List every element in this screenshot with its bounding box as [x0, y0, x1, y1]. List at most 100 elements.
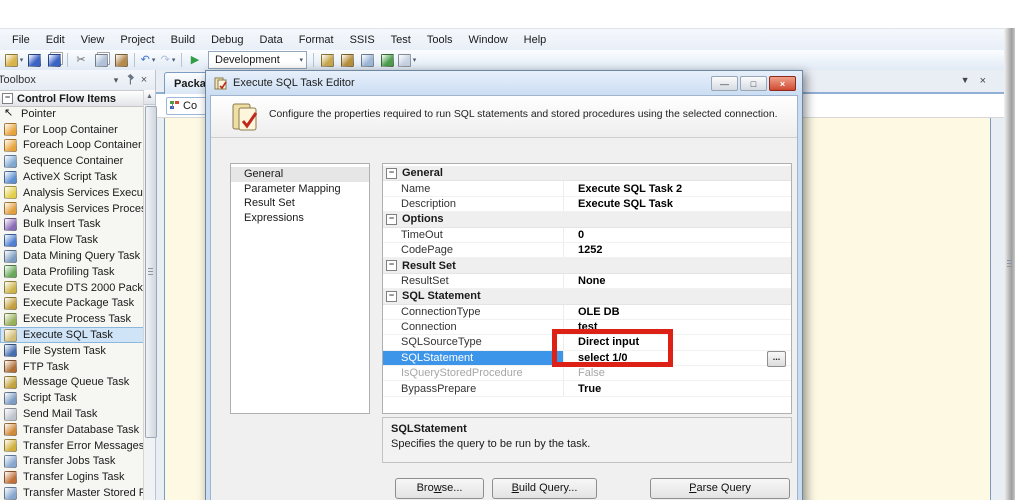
menu-debug[interactable]: Debug	[203, 31, 251, 49]
toolbox-section-header[interactable]: − Control Flow Items	[0, 91, 144, 107]
pin-icon[interactable]	[123, 74, 137, 87]
toolbox-item-transfer-logins-task[interactable]: Transfer Logins Task	[0, 469, 144, 485]
toolbox-item-message-queue-task[interactable]: Message Queue Task	[0, 375, 144, 391]
menu-test[interactable]: Test	[383, 31, 419, 49]
collapse-icon[interactable]: −	[386, 214, 397, 225]
toolbox-item-send-mail-task[interactable]: Send Mail Task	[0, 406, 144, 422]
toolbox-item-bulk-insert-task[interactable]: Bulk Insert Task	[0, 217, 144, 233]
toolbox-item-data-mining-query-task[interactable]: Data Mining Query Task	[0, 248, 144, 264]
menu-ssis[interactable]: SSIS	[342, 31, 383, 49]
scroll-up-icon[interactable]: ▲	[144, 90, 155, 105]
menu-data[interactable]: Data	[252, 31, 291, 49]
new-item-icon[interactable]: ▾	[4, 52, 24, 69]
property-value[interactable]: Execute SQL Task	[563, 197, 791, 211]
collapse-icon[interactable]: −	[386, 260, 397, 271]
nav-item-result-set[interactable]: Result Set	[231, 196, 369, 211]
window-edge-splitter[interactable]	[1004, 28, 1015, 500]
menu-format[interactable]: Format	[291, 31, 342, 49]
toolbox-item-script-task[interactable]: Script Task	[0, 390, 144, 406]
toolbox-item-analysis-services-processin[interactable]: Analysis Services Processin...	[0, 201, 144, 217]
package-configurations-icon[interactable]	[317, 52, 337, 69]
toolbox-item-execute-dts-2000-package[interactable]: Execute DTS 2000 Package ...	[0, 280, 144, 296]
menu-file[interactable]: File	[4, 31, 38, 49]
property-value[interactable]: 1252	[563, 243, 791, 257]
grid-category-general[interactable]: −General	[383, 166, 791, 181]
collapse-icon[interactable]: −	[386, 168, 397, 179]
variables-icon[interactable]	[337, 52, 357, 69]
toolbox-item-execute-sql-task[interactable]: Execute SQL Task	[0, 327, 144, 343]
active-files-dropdown-icon[interactable]: ▼	[961, 75, 970, 87]
menu-project[interactable]: Project	[112, 31, 162, 49]
property-value[interactable]: False	[563, 366, 791, 380]
toolbox-scrollbar[interactable]: ▲	[143, 90, 155, 500]
browse-button[interactable]: Browse...	[395, 478, 484, 499]
minimize-button[interactable]: —	[711, 76, 738, 91]
log-events-icon[interactable]	[357, 52, 377, 69]
toolbox-menu-icon[interactable]: ▾	[109, 75, 123, 86]
nav-item-general[interactable]: General	[231, 167, 369, 182]
grid-row-bypassprepare[interactable]: BypassPrepareTrue	[383, 381, 791, 396]
grid-row-name[interactable]: NameExecute SQL Task 2	[383, 181, 791, 196]
close-document-icon[interactable]: ×	[980, 75, 986, 87]
paste-icon[interactable]	[111, 52, 131, 69]
grid-row-description[interactable]: DescriptionExecute SQL Task	[383, 197, 791, 212]
menu-window[interactable]: Window	[461, 31, 516, 49]
window-icon[interactable]: ▾	[397, 52, 417, 69]
build-query-button[interactable]: Build Query...	[492, 478, 597, 499]
parse-query-button[interactable]: Parse Query	[650, 478, 790, 499]
grid-row-timeout[interactable]: TimeOut0	[383, 228, 791, 243]
grid-row-isquerystoredprocedure[interactable]: IsQueryStoredProcedureFalse	[383, 366, 791, 381]
toolbox-item-transfer-database-task[interactable]: Transfer Database Task	[0, 422, 144, 438]
grid-row-codepage[interactable]: CodePage1252	[383, 243, 791, 258]
nav-item-expressions[interactable]: Expressions	[231, 211, 369, 226]
toolbox-item-analysis-services-execute-d[interactable]: Analysis Services Execute D...	[0, 185, 144, 201]
collapse-icon[interactable]: −	[2, 93, 13, 104]
toolbox-item-execute-process-task[interactable]: Execute Process Task	[0, 311, 144, 327]
grid-category-options[interactable]: −Options	[383, 212, 791, 227]
close-button[interactable]: ×	[769, 76, 796, 91]
property-value[interactable]: 0	[563, 228, 791, 242]
toolbox-item-execute-package-task[interactable]: Execute Package Task	[0, 296, 144, 312]
property-value[interactable]: True	[563, 381, 791, 395]
scrollbar-thumb[interactable]	[145, 106, 157, 438]
toolbox-item-foreach-loop-container[interactable]: Foreach Loop Container	[0, 138, 144, 154]
dialog-titlebar[interactable]: Execute SQL Task Editor — □ ×	[206, 71, 802, 95]
property-value[interactable]: None	[563, 274, 791, 288]
menu-build[interactable]: Build	[163, 31, 203, 49]
toolbox-item-file-system-task[interactable]: File System Task	[0, 343, 144, 359]
grid-row-resultset[interactable]: ResultSetNone	[383, 274, 791, 289]
toolbox-item-transfer-master-stored-proc[interactable]: Transfer Master Stored Proc...	[0, 485, 144, 500]
undo-icon[interactable]: ↶▾	[138, 52, 158, 69]
grid-category-sql-statement[interactable]: −SQL Statement	[383, 289, 791, 304]
toolbox-item-sequence-container[interactable]: Sequence Container	[0, 153, 144, 169]
grid-category-result-set[interactable]: −Result Set	[383, 258, 791, 273]
toolbox-item-for-loop-container[interactable]: For Loop Container	[0, 122, 144, 138]
toolbox-item-pointer[interactable]: ↖Pointer	[0, 106, 144, 122]
menu-tools[interactable]: Tools	[419, 31, 461, 49]
menu-view[interactable]: View	[73, 31, 113, 49]
cut-icon[interactable]: ✂	[71, 52, 91, 69]
toolbox-item-ftp-task[interactable]: FTP Task	[0, 359, 144, 375]
property-value[interactable]: OLE DB	[563, 305, 791, 319]
copy-icon[interactable]	[91, 52, 111, 69]
close-toolbox-icon[interactable]: ×	[137, 74, 151, 86]
toolbox-item-data-profiling-task[interactable]: Data Profiling Task	[0, 264, 144, 280]
maximize-button[interactable]: □	[740, 76, 767, 91]
property-value[interactable]: Execute SQL Task 2	[563, 181, 791, 195]
configuration-combo[interactable]: Development▾	[208, 51, 307, 69]
toolbox-item-transfer-error-messages-task[interactable]: Transfer Error Messages Task	[0, 438, 144, 454]
save-icon[interactable]	[24, 52, 44, 69]
menu-help[interactable]: Help	[516, 31, 555, 49]
ellipsis-button[interactable]: ...	[767, 351, 786, 367]
run-icon[interactable]: ▶	[185, 52, 205, 69]
save-all-icon[interactable]	[44, 52, 64, 69]
import-icon[interactable]	[377, 52, 397, 69]
toolbox-item-data-flow-task[interactable]: Data Flow Task	[0, 232, 144, 248]
nav-item-parameter-mapping[interactable]: Parameter Mapping	[231, 182, 369, 197]
collapse-icon[interactable]: −	[386, 291, 397, 302]
grid-row-connectiontype[interactable]: ConnectionTypeOLE DB	[383, 305, 791, 320]
menu-edit[interactable]: Edit	[38, 31, 73, 49]
toolbox-item-transfer-jobs-task[interactable]: Transfer Jobs Task	[0, 454, 144, 470]
toolbox-item-activex-script-task[interactable]: ActiveX Script Task	[0, 169, 144, 185]
redo-icon[interactable]: ↷▾	[158, 52, 178, 69]
